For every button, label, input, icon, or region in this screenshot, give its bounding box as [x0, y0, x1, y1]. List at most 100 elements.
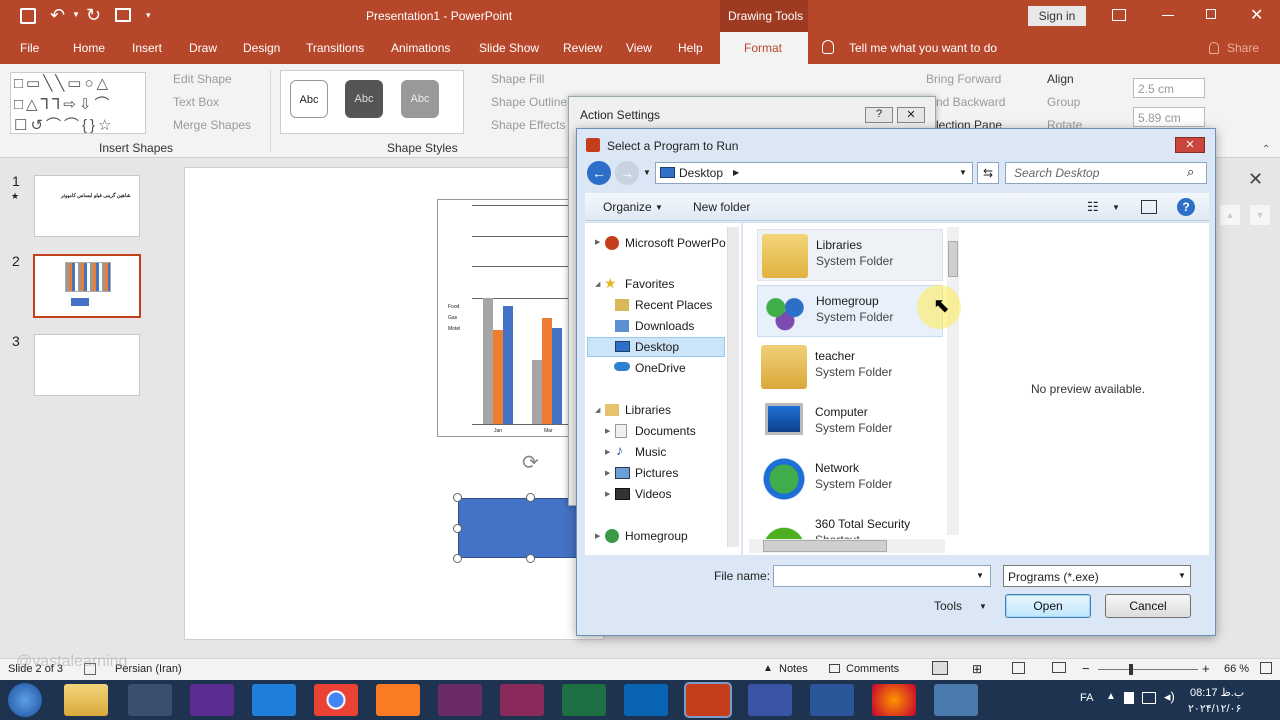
rotate-handle-icon[interactable]: ⟳ — [522, 450, 539, 475]
path-chevron-icon[interactable]: ▶ — [733, 168, 739, 177]
slideshow-icon[interactable] — [1052, 662, 1066, 673]
tab-view[interactable]: View — [626, 41, 652, 55]
file-type-select[interactable]: Programs (*.exe) ▼ — [1003, 565, 1191, 587]
edit-shape-button[interactable]: Edit Shape — [173, 72, 232, 86]
tab-help[interactable]: Help — [678, 41, 703, 55]
fit-slide-icon[interactable] — [1260, 662, 1272, 674]
file-list-h-scrollbar[interactable] — [749, 539, 945, 553]
file-item-network[interactable]: Network System Folder — [757, 453, 943, 505]
tab-transitions[interactable]: Transitions — [306, 41, 364, 55]
tab-review[interactable]: Review — [563, 41, 602, 55]
nav-favorites[interactable]: Favorites — [625, 274, 674, 294]
chrome-icon[interactable] — [314, 684, 358, 716]
expand-arrow-icon[interactable]: ▶ — [595, 532, 600, 540]
comments-button[interactable]: Comments — [846, 663, 899, 675]
tools-dropdown-icon[interactable]: ▼ — [979, 602, 987, 611]
address-dropdown-icon[interactable]: ▼ — [959, 168, 967, 177]
nav-homegroup[interactable]: Homegroup — [625, 526, 688, 546]
tab-design[interactable]: Design — [243, 41, 280, 55]
tab-insert[interactable]: Insert — [132, 41, 162, 55]
history-dropdown-icon[interactable]: ▼ — [643, 168, 651, 177]
outlook-icon[interactable] — [624, 684, 668, 716]
share-button[interactable]: Share — [1227, 41, 1259, 55]
file-type-dropdown-icon[interactable]: ▼ — [1178, 571, 1186, 580]
tab-home[interactable]: Home — [73, 41, 105, 55]
notes-button[interactable]: Notes — [779, 663, 808, 675]
collapse-arrow-icon[interactable]: ◢ — [595, 406, 600, 414]
nav-scrollbar[interactable] — [727, 227, 739, 547]
nav-documents[interactable]: Documents — [635, 421, 696, 441]
clock-date[interactable]: ۲۰۲۴/۱۲/۰۶ — [1188, 702, 1241, 715]
scroll-up-button[interactable]: ▲ — [1220, 205, 1240, 225]
scroll-thumb[interactable] — [948, 241, 958, 277]
zoom-slider[interactable] — [1098, 664, 1198, 675]
file-explorer-icon[interactable] — [64, 684, 108, 716]
reading-view-icon[interactable] — [1012, 662, 1025, 674]
search-input[interactable]: Search Desktop — [1014, 166, 1099, 180]
keyboard-language[interactable]: FA — [1080, 692, 1093, 704]
search-icon[interactable]: ⌕ — [1187, 164, 1194, 180]
tell-me-search[interactable]: Tell me what you want to do — [849, 41, 997, 55]
send-backward-button[interactable]: nd Backward — [936, 95, 1005, 109]
powerpoint-taskbar-icon[interactable] — [686, 684, 730, 716]
nav-videos[interactable]: Videos — [635, 484, 671, 504]
nav-music[interactable]: Music — [635, 442, 666, 462]
tools-button[interactable]: Tools — [934, 599, 962, 613]
style-abc-gray[interactable]: Abc — [401, 80, 439, 118]
close-pane-icon[interactable]: ✕ — [1248, 169, 1263, 190]
tray-up-icon[interactable]: ▲ — [1106, 691, 1116, 702]
excel-icon[interactable] — [562, 684, 606, 716]
nav-downloads[interactable]: Downloads — [635, 316, 694, 336]
file-item-360-total-security[interactable]: 360 Total Security Shortcut — [757, 509, 943, 539]
scroll-down-button[interactable]: ▼ — [1250, 205, 1270, 225]
tab-animations[interactable]: Animations — [391, 41, 450, 55]
address-path[interactable]: Desktop — [679, 166, 723, 180]
collapse-arrow-icon[interactable]: ◢ — [595, 280, 600, 288]
slide-thumb-3[interactable] — [34, 334, 140, 396]
flag-icon[interactable] — [1124, 692, 1134, 704]
h-scroll-thumb[interactable] — [763, 540, 887, 552]
view-dropdown-icon[interactable]: ▼ — [1112, 203, 1120, 212]
nav-pictures[interactable]: Pictures — [635, 463, 678, 483]
shape-effects-button[interactable]: Shape Effects — [491, 118, 566, 132]
cancel-button[interactable]: Cancel — [1105, 594, 1191, 618]
start-button-icon[interactable] — [8, 683, 42, 717]
new-folder-button[interactable]: New folder — [693, 200, 750, 214]
word-icon[interactable] — [810, 684, 854, 716]
style-abc-white[interactable]: Abc — [290, 80, 328, 118]
organize-dropdown-icon[interactable]: ▼ — [655, 203, 663, 212]
resize-handle[interactable] — [526, 493, 535, 502]
width-input[interactable]: 5.89 cm — [1133, 107, 1205, 127]
normal-view-icon[interactable] — [932, 661, 948, 675]
file-item-homegroup[interactable]: Homegroup System Folder — [757, 285, 943, 337]
nav-recent-places[interactable]: Recent Places — [635, 295, 712, 315]
preview-pane-icon[interactable] — [1141, 200, 1157, 214]
tab-draw[interactable]: Draw — [189, 41, 217, 55]
save-icon[interactable] — [20, 8, 36, 24]
redo-icon[interactable]: ↻ — [86, 5, 101, 26]
visio-icon[interactable] — [748, 684, 792, 716]
remote-desktop-icon[interactable] — [934, 684, 978, 716]
zoom-out-icon[interactable]: − — [1082, 661, 1090, 676]
organize-button[interactable]: Organize — [603, 200, 652, 214]
zoom-in-icon[interactable]: + — [1202, 661, 1210, 676]
group-button[interactable]: Group — [1047, 95, 1080, 109]
file-item-teacher[interactable]: teacher System Folder — [757, 341, 943, 393]
expand-arrow-icon[interactable]: ▶ — [595, 238, 600, 246]
slide-sorter-icon[interactable]: ⊞ — [972, 662, 982, 676]
action-close-button[interactable]: ✕ — [897, 107, 925, 123]
zoom-level[interactable]: 66 % — [1224, 663, 1249, 675]
height-input[interactable]: 2.5 cm — [1133, 78, 1205, 98]
open-button[interactable]: Open — [1005, 594, 1091, 618]
chart-object[interactable]: Food Gas Motel Jan Mar — [437, 199, 577, 437]
resize-handle[interactable] — [453, 493, 462, 502]
nav-onedrive[interactable]: OneDrive — [635, 358, 686, 378]
merge-shapes-button[interactable]: Merge Shapes — [173, 118, 251, 132]
undo-dropdown-icon[interactable]: ▼ — [72, 10, 80, 19]
clock-time[interactable]: 08:17 ب.ظ — [1190, 686, 1244, 699]
resize-handle[interactable] — [453, 524, 462, 533]
camtasia-icon[interactable] — [438, 684, 482, 716]
refresh-icon[interactable]: ⇆ — [977, 162, 999, 184]
bring-forward-button[interactable]: Bring Forward — [926, 72, 1001, 86]
resize-handle[interactable] — [526, 554, 535, 563]
